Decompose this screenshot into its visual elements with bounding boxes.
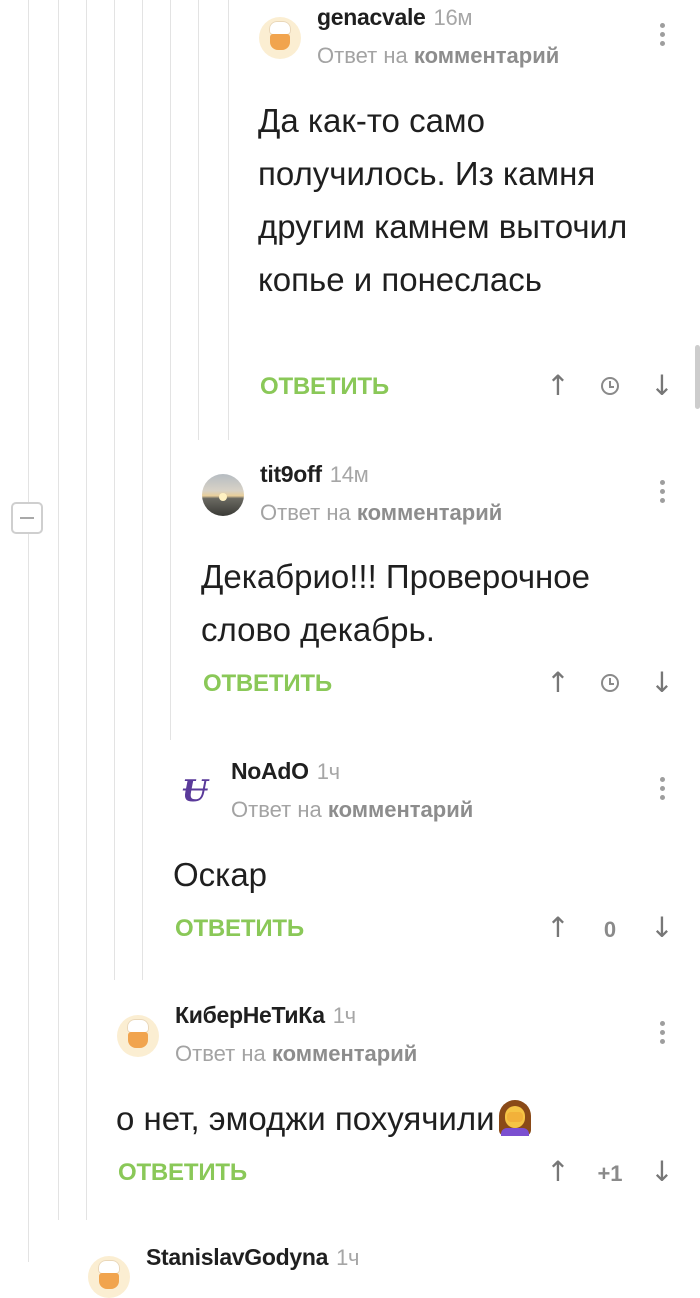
reply-button[interactable]: ОТВЕТИТЬ xyxy=(175,915,304,943)
user-avatar[interactable] xyxy=(88,1256,130,1298)
downvote-icon[interactable]: ↓ xyxy=(649,913,675,943)
upvote-icon[interactable]: ↑ xyxy=(545,371,571,401)
reply-to-link[interactable]: Ответ на комментарий xyxy=(231,797,473,823)
reply-button[interactable]: ОТВЕТИТЬ xyxy=(118,1159,247,1187)
comment-time: 1ч xyxy=(316,759,340,784)
thread-line xyxy=(28,0,29,1262)
upvote-icon[interactable]: ↑ xyxy=(545,668,571,698)
thread-line xyxy=(142,0,143,980)
comment-text: о нет, эмоджи похуячили xyxy=(116,1092,676,1145)
comment-time: 16м xyxy=(433,5,473,30)
username[interactable]: genacvale 16м xyxy=(317,4,473,31)
facepalm-emoji-icon xyxy=(497,1100,533,1136)
comment-time: 1ч xyxy=(336,1245,360,1270)
clock-icon xyxy=(601,377,619,395)
thread-line xyxy=(170,0,171,740)
thread-line xyxy=(114,0,115,980)
rating-score: +1 xyxy=(597,1161,623,1186)
downvote-icon[interactable]: ↓ xyxy=(649,371,675,401)
reply-to-link[interactable]: Ответ на комментарий xyxy=(317,43,559,69)
thread-line xyxy=(86,0,87,1220)
thread-line xyxy=(58,0,59,1220)
comment-text: Оскар xyxy=(173,856,268,893)
more-options-icon[interactable] xyxy=(659,480,665,503)
comment-time: 1ч xyxy=(332,1003,356,1028)
downvote-icon[interactable]: ↓ xyxy=(649,1157,675,1187)
reply-to-link[interactable]: Ответ на комментарий xyxy=(175,1041,417,1067)
user-avatar[interactable]: Ʉ xyxy=(174,771,216,813)
upvote-icon[interactable]: ↑ xyxy=(545,913,571,943)
user-avatar[interactable] xyxy=(117,1015,159,1057)
upvote-icon[interactable]: ↑ xyxy=(545,1157,571,1187)
username[interactable]: StanislavGodyna 1ч xyxy=(146,1244,360,1271)
comment-text: Декабрио!!! Проверочное слово декабрь. xyxy=(201,558,590,648)
scrollbar[interactable] xyxy=(695,345,700,409)
username[interactable]: NoAdO 1ч xyxy=(231,758,340,785)
clock-icon xyxy=(601,674,619,692)
rating-score: 0 xyxy=(603,917,617,942)
reply-to-link[interactable]: Ответ на комментарий xyxy=(260,500,502,526)
username[interactable]: tit9off 14м xyxy=(260,461,369,488)
more-options-icon[interactable] xyxy=(659,777,665,800)
collapse-thread-button[interactable] xyxy=(11,502,43,534)
user-avatar[interactable] xyxy=(259,17,301,59)
more-options-icon[interactable] xyxy=(659,1021,665,1044)
more-options-icon[interactable] xyxy=(659,23,665,46)
comment-text-content: о нет, эмоджи похуячили xyxy=(116,1100,495,1137)
thread-line xyxy=(198,0,199,440)
comment-time: 14м xyxy=(329,462,369,487)
comment-text: Да как-то само получилось. Из камня друг… xyxy=(258,102,628,298)
username[interactable]: КиберНеТиКа 1ч xyxy=(175,1002,356,1029)
user-avatar[interactable] xyxy=(202,474,244,516)
reply-button[interactable]: ОТВЕТИТЬ xyxy=(203,670,332,698)
downvote-icon[interactable]: ↓ xyxy=(649,668,675,698)
thread-line xyxy=(228,0,229,440)
reply-button[interactable]: ОТВЕТИТЬ xyxy=(260,373,389,401)
